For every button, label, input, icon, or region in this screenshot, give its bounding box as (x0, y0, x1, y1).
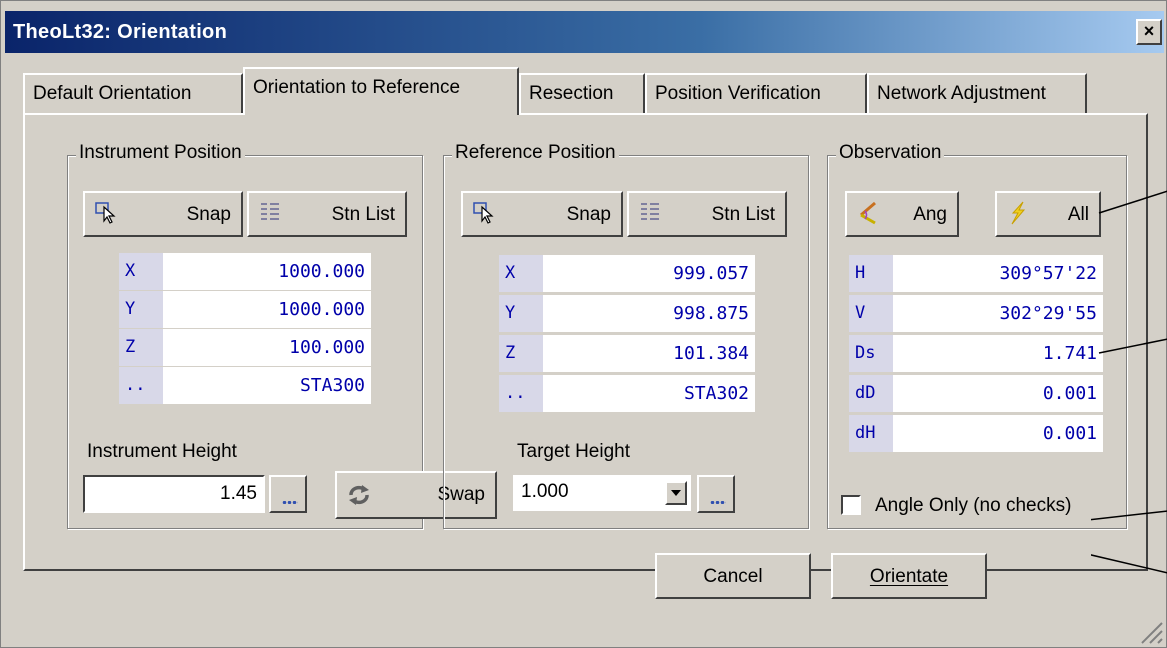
all-button[interactable]: All (995, 191, 1101, 237)
field-value: 302°29'55 (893, 295, 1103, 333)
tab-resection[interactable]: Resection (519, 73, 645, 113)
instrument-snap-button[interactable]: Snap (83, 191, 243, 237)
reference-x-field[interactable]: X 999.057 (499, 255, 755, 293)
cancel-label: Cancel (703, 566, 763, 587)
reference-z-field[interactable]: Z 101.384 (499, 335, 755, 373)
field-value: 999.057 (543, 255, 755, 293)
obs-v-field: V 302°29'55 (849, 295, 1103, 333)
select-arrow-icon (473, 202, 494, 224)
reference-stn-list-button[interactable]: Stn List (627, 191, 787, 237)
all-label: All (1067, 204, 1089, 225)
angle-icon (860, 201, 876, 225)
list-icon (261, 203, 279, 220)
reference-snap-button[interactable]: Snap (461, 191, 623, 237)
obs-dd-field: dD 0.001 (849, 375, 1103, 413)
instrument-stn-list-label: Stn List (331, 204, 395, 225)
field-label: V (849, 295, 893, 333)
field-label: .. (119, 367, 163, 405)
orientate-label: Orientate (869, 566, 949, 587)
chevron-down-icon (671, 490, 681, 496)
list-icon (641, 203, 659, 220)
target-height-value: 1.000 (521, 481, 569, 502)
field-label: Z (119, 329, 163, 367)
select-arrow-icon (95, 202, 116, 224)
callout-lines (1091, 190, 1167, 574)
tab-network-adjustment[interactable]: Network Adjustment (867, 73, 1087, 113)
cancel-button[interactable]: Cancel (655, 553, 811, 599)
field-label: Ds (849, 335, 893, 373)
instrument-y-field[interactable]: Y 1000.000 (119, 291, 371, 329)
field-value: 100.000 (163, 329, 371, 367)
ellipsis-icon (710, 501, 726, 504)
tab-orientation-to-reference[interactable]: Orientation to Reference (243, 67, 519, 115)
field-label: Y (119, 291, 163, 329)
field-value: STA302 (543, 375, 755, 413)
field-label: X (119, 253, 163, 291)
instrument-height-input[interactable]: 1.45 (83, 475, 265, 513)
field-label: X (499, 255, 543, 293)
field-value: STA300 (163, 367, 371, 405)
dropdown-button[interactable] (665, 481, 687, 505)
field-value: 0.001 (893, 415, 1103, 453)
angle-only-label: Angle Only (no checks) (875, 495, 1072, 516)
target-height-label: Target Height (517, 441, 631, 462)
obs-ds-field: Ds 1.741 (849, 335, 1103, 373)
field-value: 1.741 (893, 335, 1103, 373)
field-label: H (849, 255, 893, 293)
ang-label: Ang (913, 204, 947, 225)
swap-arrows-icon (349, 485, 369, 505)
instrument-x-field[interactable]: X 1000.000 (119, 253, 371, 291)
instrument-name-field[interactable]: .. STA300 (119, 367, 371, 405)
obs-h-field: H 309°57'22 (849, 255, 1103, 293)
orientation-dialog: TheoLt32: Orientation × Default Orientat… (0, 0, 1167, 648)
target-height-more-button[interactable] (697, 475, 735, 513)
ang-button[interactable]: Ang (845, 191, 959, 237)
instrument-stn-list-button[interactable]: Stn List (247, 191, 407, 237)
observation-title: Observation (836, 142, 945, 164)
instrument-position-title: Instrument Position (76, 142, 245, 164)
resize-grip-icon[interactable] (1138, 619, 1164, 645)
target-height-select[interactable]: 1.000 (513, 475, 691, 511)
field-value: 309°57'22 (893, 255, 1103, 293)
field-label: dD (849, 375, 893, 413)
tab-default-orientation[interactable]: Default Orientation (23, 73, 243, 113)
instrument-height-label: Instrument Height (87, 441, 237, 462)
field-value: 1000.000 (163, 253, 371, 291)
angle-only-checkbox[interactable] (841, 495, 861, 515)
instrument-snap-label: Snap (186, 204, 231, 225)
field-value: 101.384 (543, 335, 755, 373)
close-button[interactable]: × (1136, 19, 1162, 45)
reference-stn-list-label: Stn List (711, 204, 775, 225)
title-bar: TheoLt32: Orientation × (5, 11, 1164, 53)
tab-position-verification[interactable]: Position Verification (645, 73, 867, 113)
instrument-height-more-button[interactable] (269, 475, 307, 513)
field-value: 1000.000 (163, 291, 371, 329)
window-title: TheoLt32: Orientation (13, 21, 228, 43)
ellipsis-icon (282, 501, 298, 504)
field-value: 0.001 (893, 375, 1103, 413)
instrument-z-field[interactable]: Z 100.000 (119, 329, 371, 367)
reference-position-title: Reference Position (452, 142, 619, 164)
obs-dh-field: dH 0.001 (849, 415, 1103, 453)
field-label: dH (849, 415, 893, 453)
reference-y-field[interactable]: Y 998.875 (499, 295, 755, 333)
field-label: Y (499, 295, 543, 333)
reference-snap-label: Snap (566, 204, 611, 225)
field-label: Z (499, 335, 543, 373)
reference-name-field[interactable]: .. STA302 (499, 375, 755, 413)
orientate-button[interactable]: Orientate (831, 553, 987, 599)
field-label: .. (499, 375, 543, 413)
field-value: 998.875 (543, 295, 755, 333)
lightning-icon (1011, 201, 1026, 225)
